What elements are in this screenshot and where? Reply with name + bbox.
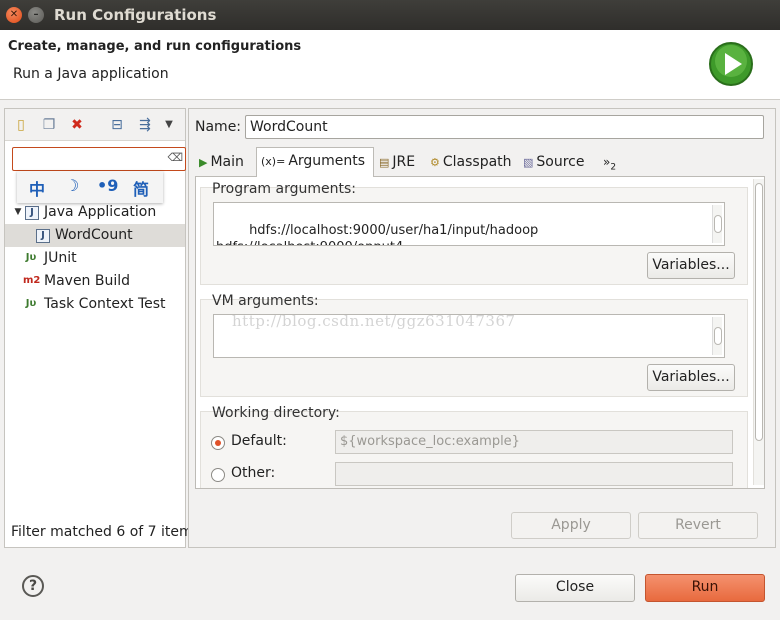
- close-button[interactable]: Close: [515, 574, 635, 602]
- java-app-icon: J: [36, 229, 50, 243]
- ime-moon-icon[interactable]: ☽: [65, 176, 79, 195]
- working-directory-label: Working directory:: [212, 405, 340, 421]
- tree-label: Maven Build: [44, 273, 131, 289]
- window-title: Run Configurations: [54, 6, 217, 24]
- vm-arguments-scrollbar[interactable]: [712, 317, 722, 355]
- java-app-icon: J: [25, 206, 39, 220]
- tree-item-maven-build[interactable]: m2 Maven Build: [5, 270, 185, 293]
- collapse-all-icon[interactable]: ⊟: [109, 117, 125, 133]
- tab-label: JRE: [392, 154, 416, 170]
- main-tab-icon: ▶: [199, 156, 208, 169]
- maven-icon: m2: [23, 275, 41, 286]
- tab-label: Classpath: [442, 154, 512, 170]
- tab-label: Source: [536, 154, 585, 170]
- ime-toolbar: 中 ☽ •9 简: [17, 171, 163, 203]
- vm-variables-button[interactable]: Variables...: [647, 364, 735, 391]
- name-label: Name:: [195, 119, 242, 135]
- config-list-panel: ▯ ❐ ✖ ⊟ ⇶ ▼ ⌫ ▼ J Java Application J Wor…: [4, 108, 193, 548]
- help-icon[interactable]: ?: [22, 575, 44, 597]
- tree-item-junit[interactable]: Jυ JUnit: [5, 247, 185, 270]
- junit-icon: Jυ: [25, 252, 37, 263]
- tree-label: Java Application: [44, 204, 157, 220]
- default-dir-radio[interactable]: [211, 436, 225, 450]
- vm-arguments-label: VM arguments:: [212, 293, 319, 309]
- tab-jre[interactable]: ▤ JRE: [375, 149, 425, 177]
- other-dir-field: [335, 462, 733, 486]
- tab-main[interactable]: ▶ Main: [195, 149, 255, 177]
- tab-label: Arguments: [288, 153, 366, 169]
- jre-tab-icon: ▤: [379, 156, 390, 169]
- overflow-count: 2: [610, 162, 617, 173]
- delete-icon[interactable]: ✖: [69, 117, 85, 133]
- filter-status: Filter matched 6 of 7 item: [11, 524, 193, 540]
- source-tab-icon: ▧: [523, 156, 534, 169]
- tab-content-scrollbar[interactable]: [753, 179, 764, 485]
- revert-button[interactable]: Revert: [638, 512, 758, 539]
- tree-label: Task Context Test: [44, 296, 166, 312]
- run-logo-icon: [709, 42, 753, 86]
- view-menu-icon[interactable]: ▼: [161, 117, 177, 133]
- working-directory-group: Working directory: Default: ${workspace_…: [200, 405, 748, 488]
- apply-button[interactable]: Apply: [511, 512, 631, 539]
- tab-classpath[interactable]: ⚙ Classpath: [426, 149, 518, 177]
- ime-punctuation-icon[interactable]: •9: [97, 176, 118, 195]
- program-arguments-scrollbar[interactable]: [712, 205, 722, 243]
- ime-chinese-icon[interactable]: 中: [29, 176, 45, 200]
- program-arguments-textarea[interactable]: hdfs://localhost:9000/user/ha1/input/had…: [213, 202, 725, 246]
- tree-item-task-context-test[interactable]: Jυ Task Context Test: [5, 293, 185, 316]
- ime-simplified-icon[interactable]: 简: [133, 176, 149, 200]
- filter-input[interactable]: ⌫: [12, 147, 186, 171]
- arguments-tab-icon: (x)=: [261, 155, 286, 168]
- new-config-icon[interactable]: ▯: [13, 117, 29, 133]
- tree-label: JUnit: [44, 250, 77, 266]
- header-subtitle: Run a Java application: [13, 66, 169, 82]
- default-dir-field: ${workspace_loc:example}: [335, 430, 733, 454]
- tree-label: WordCount: [55, 227, 133, 243]
- tab-arguments[interactable]: (x)= Arguments: [256, 147, 374, 177]
- name-input[interactable]: [245, 115, 764, 139]
- header-title: Create, manage, and run configurations: [8, 39, 302, 54]
- config-tabs: ▶ Main (x)= Arguments ▤ JRE ⚙ Classpath ▧ Sou…: [195, 147, 765, 177]
- expand-arrow-icon[interactable]: ▼: [11, 206, 25, 220]
- title-bar: ✕ – Run Configurations: [0, 0, 780, 30]
- run-button[interactable]: Run: [645, 574, 765, 602]
- tab-label: Main: [210, 154, 244, 170]
- tree-item-java-application[interactable]: ▼ J Java Application: [5, 201, 185, 224]
- watermark-text: http://blog.csdn.net/ggz631047367: [232, 312, 516, 330]
- default-dir-label: Default:: [231, 433, 287, 449]
- tree-item-wordcount[interactable]: J WordCount: [5, 224, 185, 247]
- arguments-tab-content: Program arguments: hdfs://localhost:9000…: [195, 177, 765, 489]
- task-context-test-icon: Jυ: [25, 298, 37, 309]
- classpath-tab-icon: ⚙: [430, 156, 440, 169]
- program-arguments-value: hdfs://localhost:9000/user/ha1/input/had…: [216, 223, 539, 245]
- tab-source[interactable]: ▧ Source: [519, 149, 593, 177]
- duplicate-icon[interactable]: ❐: [41, 117, 57, 133]
- program-arguments-group: Program arguments: hdfs://localhost:9000…: [200, 181, 748, 285]
- dialog-header: Create, manage, and run configurations R…: [0, 30, 780, 100]
- program-variables-button[interactable]: Variables...: [647, 252, 735, 279]
- config-toolbar: ▯ ❐ ✖ ⊟ ⇶ ▼: [5, 109, 185, 141]
- other-dir-label: Other:: [231, 465, 276, 481]
- window-minimize-button[interactable]: –: [28, 7, 44, 23]
- clear-filter-icon[interactable]: ⌫: [167, 151, 183, 164]
- window-close-button[interactable]: ✕: [6, 7, 22, 23]
- program-arguments-label: Program arguments:: [212, 181, 356, 197]
- tabs-overflow-button[interactable]: »2: [599, 149, 623, 177]
- filter-icon[interactable]: ⇶: [137, 117, 153, 133]
- other-dir-radio[interactable]: [211, 468, 225, 482]
